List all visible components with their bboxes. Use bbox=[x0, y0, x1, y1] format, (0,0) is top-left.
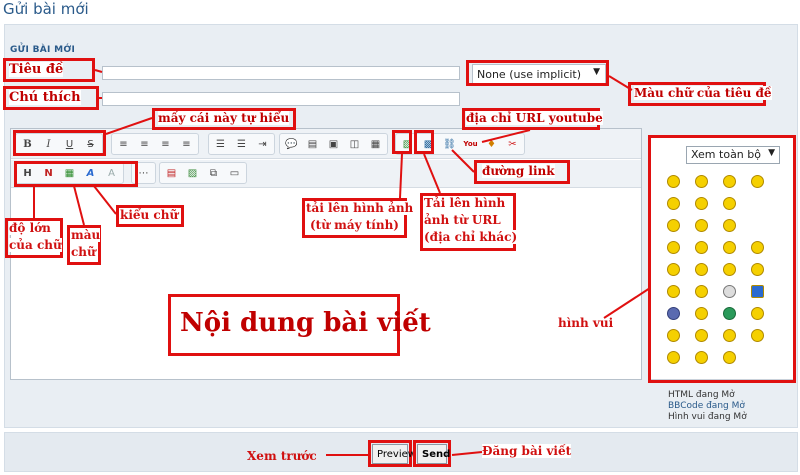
upload-image-annotation-line-1: tải lên hình ảnh bbox=[306, 201, 414, 215]
upload-url-annotation-line-3: (địa chỉ khác) bbox=[424, 230, 518, 244]
upload-url-annotation-line-2: ảnh từ URL bbox=[424, 213, 501, 227]
font-size-annotation-line-1: độ lớn bbox=[9, 221, 51, 235]
youtube-icon[interactable]: You bbox=[462, 136, 479, 153]
font-style-annotation: kiểu chữ bbox=[120, 208, 179, 222]
upload-image-highlight bbox=[392, 130, 412, 154]
link-icon[interactable]: ⛓ bbox=[441, 136, 458, 153]
smilies-annotation: hình vui bbox=[558, 316, 614, 330]
title-color-annotation: Màu chữ của tiêu đề bbox=[634, 86, 772, 100]
unlink-icon[interactable]: ✂ bbox=[504, 136, 521, 153]
subject-input[interactable] bbox=[102, 66, 460, 80]
page-title: Gửi bài mới bbox=[3, 0, 89, 18]
php-icon[interactable]: ▣ bbox=[325, 136, 342, 153]
quote-icon[interactable]: 💬 bbox=[283, 136, 300, 153]
html-icon[interactable]: ◫ bbox=[346, 136, 363, 153]
upload-url-annotation-line-1: Tải lên hình bbox=[424, 196, 506, 210]
paste-icon[interactable]: ⧉ bbox=[205, 165, 222, 182]
document-icon[interactable]: ▭ bbox=[226, 165, 243, 182]
text-format-highlight bbox=[13, 130, 106, 156]
preview-annotation: Xem trước bbox=[247, 449, 317, 463]
panel-heading: GỬI BÀI MỚI bbox=[10, 45, 76, 55]
send-button[interactable]: Send bbox=[417, 444, 450, 464]
subject-annotation: Tiêu đề bbox=[9, 62, 64, 77]
preview-button[interactable]: Preview bbox=[372, 444, 416, 464]
description-annotation: Chú thích bbox=[9, 90, 81, 105]
list-group: ☰ ☰ ⇥ bbox=[208, 133, 275, 155]
upload-url-highlight bbox=[414, 130, 434, 154]
color-select-highlight bbox=[466, 60, 609, 86]
editor-body-text: Nội dung bài viết bbox=[180, 308, 431, 338]
code-icon[interactable]: ▤ bbox=[304, 136, 321, 153]
insert-group: 💬 ▤ ▣ ◫ ▦ bbox=[279, 133, 388, 155]
align-center-icon[interactable]: ≡ bbox=[136, 136, 153, 153]
align-right-icon[interactable]: ≡ bbox=[157, 136, 174, 153]
link-annotation: đường link bbox=[482, 164, 555, 178]
calendar-icon[interactable]: ▤ bbox=[163, 165, 180, 182]
font-size-annotation-line-2: của chữ bbox=[9, 238, 62, 252]
post-annotation: Đăng bài viết bbox=[482, 444, 572, 458]
html-status: HTML đang Mở bbox=[668, 390, 735, 400]
youtube-annotation: địa chỉ URL youtube bbox=[466, 111, 603, 125]
description-input[interactable] bbox=[102, 92, 460, 106]
font-color-annotation-line-2: chữ bbox=[71, 245, 96, 259]
smilies-status: Hình vui đang Mở bbox=[668, 412, 747, 422]
bbcode-status[interactable]: BBCode đang Mở bbox=[668, 401, 745, 411]
edit-group: ▤ ▨ ⧉ ▭ bbox=[159, 162, 247, 184]
font-group-highlight bbox=[14, 161, 138, 187]
smilies-highlight bbox=[648, 135, 796, 383]
font-color-annotation-line-1: màu bbox=[71, 228, 101, 242]
align-group: ≡ ≡ ≡ ≡ bbox=[111, 133, 199, 155]
gallery-icon[interactable]: ▨ bbox=[184, 165, 201, 182]
align-justify-icon[interactable]: ≡ bbox=[178, 136, 195, 153]
numbered-list-icon[interactable]: ☰ bbox=[233, 136, 250, 153]
bullet-list-icon[interactable]: ☰ bbox=[212, 136, 229, 153]
flash-icon[interactable]: ♦ bbox=[483, 136, 500, 153]
align-left-icon[interactable]: ≡ bbox=[115, 136, 132, 153]
table-icon[interactable]: ▦ bbox=[367, 136, 384, 153]
indent-icon[interactable]: ⇥ bbox=[254, 136, 271, 153]
self-explanatory-annotation: mấy cái này tự hiểu bbox=[158, 111, 290, 125]
upload-image-annotation-line-2: (từ máy tính) bbox=[310, 218, 399, 232]
